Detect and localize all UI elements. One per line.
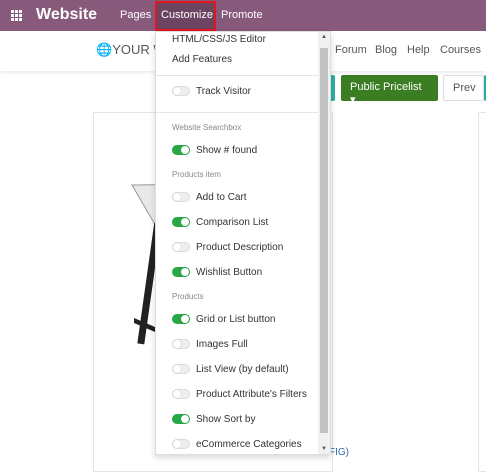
caret-down-icon: ▾ [350,94,356,106]
toggle-switch[interactable] [172,389,190,399]
option-label: Wishlist Button [196,266,263,278]
option-item[interactable]: Product Attribute's Filters [172,387,307,401]
toggle-switch[interactable] [172,86,190,96]
menu-forum[interactable]: Forum [335,44,367,56]
toggle-switch[interactable] [172,267,190,277]
option-item[interactable]: List View (by default) [172,362,289,376]
scrollbar-thumb[interactable] [320,48,328,433]
nav-pages[interactable]: Pages [120,9,151,21]
prev-button[interactable]: Prev [443,75,484,101]
option-label: Add to Cart [196,191,247,203]
section-title: Products [172,292,204,301]
toggle-switch[interactable] [172,192,190,202]
option-item[interactable]: Comparison List [172,215,268,229]
add-features-link[interactable]: Add Features [172,54,232,65]
option-label: List View (by default) [196,363,289,375]
nav-customize[interactable]: Customize [161,9,213,21]
html-css-js-editor-link[interactable]: HTML/CSS/JS Editor [172,34,266,45]
option-item[interactable]: eCommerce Categories [172,437,302,451]
toggle-switch[interactable] [172,364,190,374]
option-label: Product Description [196,241,284,253]
option-label: Product Attribute's Filters [196,388,307,400]
divider [156,112,320,113]
nav-promote[interactable]: Promote [221,9,263,21]
menu-courses[interactable]: Courses [440,44,481,56]
toggle-switch[interactable] [172,414,190,424]
option-label: Grid or List button [196,313,276,325]
menu-help[interactable]: Help [407,44,430,56]
option-label: Show # found [196,144,258,156]
option-item[interactable]: Product Description [172,240,283,254]
toggle-switch[interactable] [172,339,190,349]
option-item[interactable]: Wishlist Button [172,265,262,279]
scrollbar[interactable]: ▲ ▼ [318,32,330,454]
menu-blog[interactable]: Blog [375,44,397,56]
scroll-down-icon[interactable]: ▼ [321,446,327,452]
apps-grid-icon[interactable] [11,10,23,21]
pricelist-dropdown[interactable]: Public Pricelist ▾ [341,75,438,106]
option-track-visitor[interactable]: Track Visitor [172,84,251,98]
globe-icon: 🌐 [96,42,113,57]
toggle-switch[interactable] [172,314,190,324]
section-title: Website Searchbox [172,123,242,132]
toggle-switch[interactable] [172,242,190,252]
option-item[interactable]: Images Full [172,337,248,351]
option-item[interactable]: Add to Cart [172,190,247,204]
option-item[interactable]: Show # found [172,143,257,157]
option-label: eCommerce Categories [196,438,302,450]
option-label: Comparison List [196,216,269,228]
brand: Website [36,6,98,23]
option-item[interactable]: Grid or List button [172,312,275,326]
scroll-up-icon[interactable]: ▲ [321,34,327,40]
customize-dropdown: HTML/CSS/JS Editor Add Features Track Vi… [155,31,331,455]
product-card-next[interactable] [478,112,486,472]
top-navbar: Website Pages Customize Promote [0,0,486,31]
toggle-switch[interactable] [172,145,190,155]
option-item[interactable]: Show Sort by [172,412,255,426]
option-label: Show Sort by [196,413,256,425]
toggle-switch[interactable] [172,217,190,227]
section-title: Products item [172,170,221,179]
product-title[interactable]: FIG) [329,447,349,458]
toggle-switch[interactable] [172,439,190,449]
option-label: Images Full [196,338,248,350]
divider [156,75,320,76]
